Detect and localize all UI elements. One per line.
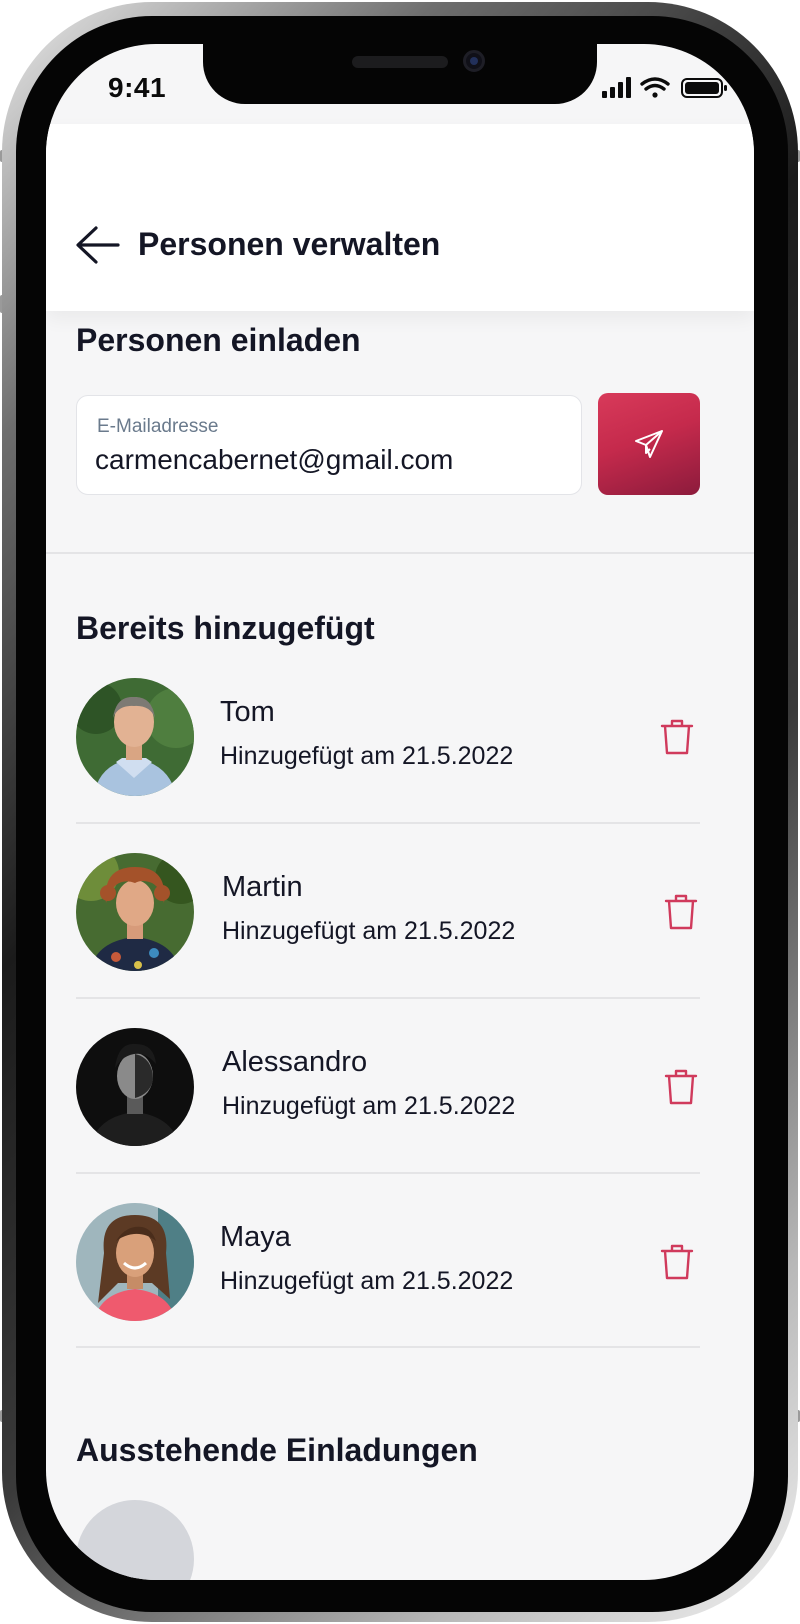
- send-invite-button[interactable]: [598, 393, 700, 495]
- person-row-maya: Maya Hinzugefügt am 21.5.2022: [76, 1203, 700, 1321]
- avatar: [76, 678, 194, 796]
- avatar: [76, 1028, 194, 1146]
- page-title: Personen verwalten: [138, 226, 441, 262]
- email-input[interactable]: [95, 442, 565, 478]
- status-time: 9:41: [108, 72, 167, 103]
- email-field-label: E-Mailadresse: [97, 416, 219, 437]
- status-icons: [602, 77, 727, 98]
- battery-icon: [681, 78, 727, 98]
- person-row-tom: Tom Hinzugefügt am 21.5.2022: [76, 678, 700, 796]
- trash-icon: [664, 1069, 698, 1105]
- trash-icon: [664, 894, 698, 930]
- signal-icon: [602, 77, 631, 98]
- person-name: Tom: [220, 696, 275, 728]
- arrow-left-icon: [76, 226, 120, 264]
- trash-icon: [660, 1244, 694, 1280]
- app-header: Personen verwalten: [46, 124, 754, 311]
- person-name: Alessandro: [222, 1046, 368, 1078]
- app-screen: Personen verwalten 9:41 Personen einlade…: [46, 44, 754, 1580]
- person-added-date: Hinzugefügt am 21.5.2022: [220, 742, 514, 770]
- trash-icon: [660, 719, 694, 755]
- row-divider: [76, 997, 700, 999]
- invite-section-title: Personen einladen: [76, 322, 361, 358]
- notch: [203, 44, 597, 104]
- row-divider: [76, 1346, 700, 1348]
- section-divider: [46, 552, 754, 554]
- person-name: Martin: [222, 871, 303, 903]
- pending-avatar-placeholder: [76, 1500, 194, 1580]
- wifi-icon: [640, 77, 670, 98]
- avatar: [76, 853, 194, 971]
- person-added-date: Hinzugefügt am 21.5.2022: [222, 1092, 516, 1120]
- row-divider: [76, 822, 700, 824]
- person-row-martin: Martin Hinzugefügt am 21.5.2022: [76, 853, 700, 971]
- paper-plane-icon: [635, 430, 663, 458]
- row-divider: [76, 1172, 700, 1174]
- phone-device: Personen verwalten 9:41 Personen einlade…: [0, 0, 800, 1624]
- email-field[interactable]: E-Mailadresse: [76, 395, 582, 495]
- person-name: Maya: [220, 1221, 291, 1253]
- pending-section-title: Ausstehende Einladungen: [76, 1432, 478, 1468]
- added-section-title: Bereits hinzugefügt: [76, 610, 375, 646]
- avatar: [76, 1203, 194, 1321]
- person-row-alessandro: Alessandro Hinzugefügt am 21.5.2022: [76, 1028, 700, 1146]
- person-added-date: Hinzugefügt am 21.5.2022: [220, 1267, 514, 1295]
- delete-person-button[interactable]: [660, 1243, 694, 1281]
- delete-person-button[interactable]: [664, 893, 698, 931]
- delete-person-button[interactable]: [664, 1068, 698, 1106]
- person-added-date: Hinzugefügt am 21.5.2022: [222, 917, 516, 945]
- speaker-grille: [352, 56, 448, 68]
- delete-person-button[interactable]: [660, 718, 694, 756]
- front-camera: [463, 50, 485, 72]
- back-button[interactable]: [74, 224, 122, 266]
